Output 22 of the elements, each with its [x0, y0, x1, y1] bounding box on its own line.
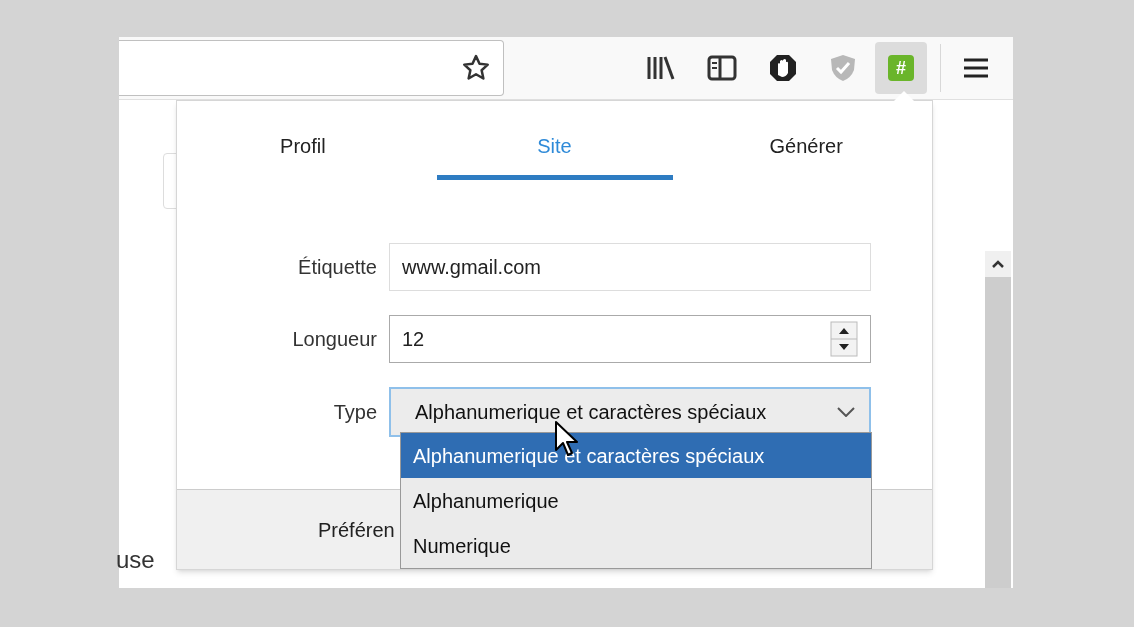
- type-select[interactable]: Alphanumerique et caractères spéciaux: [389, 387, 871, 437]
- hand-icon[interactable]: [768, 53, 798, 83]
- scroll-up-icon[interactable]: [991, 259, 1005, 269]
- preferences-link[interactable]: Préféren: [318, 514, 395, 545]
- tab[interactable]: Profil: [177, 101, 429, 183]
- input-field[interactable]: www.gmail.com: [389, 243, 871, 291]
- dropdown-option[interactable]: Alphanumerique: [401, 478, 871, 523]
- number-field[interactable]: 12: [389, 315, 871, 363]
- menu-icon[interactable]: [963, 57, 989, 79]
- tab[interactable]: Générer: [680, 101, 932, 183]
- star-icon[interactable]: [461, 53, 491, 83]
- scrollbar[interactable]: [985, 251, 1011, 588]
- dropdown-option[interactable]: Numerique: [401, 523, 871, 568]
- spinner-icon[interactable]: [830, 321, 858, 357]
- field-label: Type: [332, 400, 378, 425]
- field-label: Longueur: [291, 327, 378, 352]
- field-label: Étiquette: [297, 255, 378, 280]
- sidebar-icon[interactable]: [707, 55, 737, 81]
- tab[interactable]: Site: [428, 101, 681, 183]
- chevron-down-icon: [837, 407, 855, 417]
- library-icon[interactable]: [646, 55, 676, 81]
- page-text: use: [116, 548, 156, 572]
